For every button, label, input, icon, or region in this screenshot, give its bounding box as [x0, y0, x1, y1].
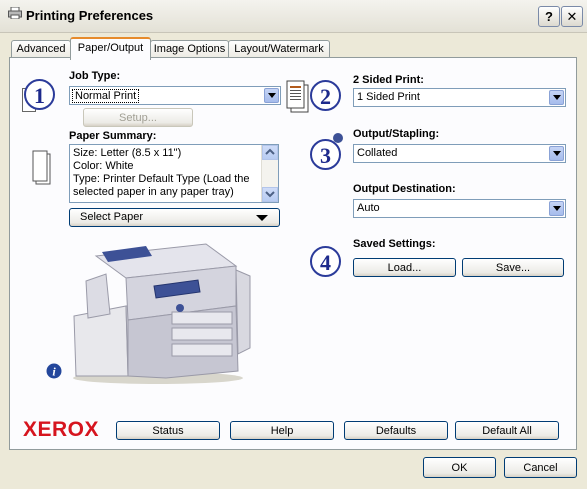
paper-summary-box[interactable]: Size: Letter (8.5 x 11") Color: White Ty… [69, 144, 279, 203]
select-paper-button[interactable]: Select Paper [69, 208, 280, 227]
load-button[interactable]: Load... [353, 258, 456, 277]
tab-paper-output[interactable]: Paper/Output [70, 37, 151, 60]
select-paper-label: Select Paper [80, 211, 143, 223]
two-sided-label: 2 Sided Print: [353, 74, 424, 86]
output-stapling-value: Collated [357, 147, 398, 159]
help-button[interactable]: Help [230, 421, 334, 440]
paper-size-line: Size: Letter (8.5 x 11") [73, 147, 182, 159]
setup-button[interactable]: Setup... [83, 108, 193, 127]
chevron-down-icon[interactable] [264, 88, 279, 103]
printer-icon [8, 7, 22, 19]
two-sided-select[interactable]: 1 Sided Print [353, 88, 566, 107]
ok-button[interactable]: OK [423, 457, 496, 478]
job-type-value: Normal Print [72, 89, 140, 103]
title-bar: Printing Preferences ? ✕ [0, 0, 587, 33]
defaults-button[interactable]: Defaults [344, 421, 448, 440]
output-destination-label: Output Destination: [353, 183, 456, 195]
output-destination-select[interactable]: Auto [353, 199, 566, 218]
chevron-down-icon[interactable] [549, 90, 564, 105]
tab-advanced[interactable]: Advanced [11, 40, 71, 58]
paper-summary-scrollbar[interactable] [261, 145, 278, 202]
tab-layout-watermark[interactable]: Layout/Watermark [228, 40, 330, 58]
chevron-down-icon[interactable] [549, 201, 564, 216]
job-type-select[interactable]: Normal Print [69, 86, 281, 105]
job-type-label: Job Type: [69, 70, 121, 82]
document-pages-icon [286, 80, 309, 113]
paper-summary-label: Paper Summary: [69, 130, 157, 142]
help-title-button[interactable]: ? [538, 6, 560, 27]
callout-1: 1 [24, 79, 55, 110]
two-sided-value: 1 Sided Print [357, 91, 420, 103]
callout-4: 4 [310, 246, 341, 277]
xerox-logo: XEROX [23, 418, 100, 441]
close-button[interactable]: ✕ [561, 6, 583, 27]
paper-type-line-2: selected paper in any paper tray) [73, 186, 234, 198]
output-destination-value: Auto [357, 202, 380, 214]
default-all-button[interactable]: Default All [455, 421, 559, 440]
window-title: Printing Preferences [26, 8, 154, 23]
paper-color-line: Color: White [73, 160, 134, 172]
xerox-printer-image [73, 243, 251, 384]
callout-2: 2 [310, 80, 341, 111]
scroll-down-icon[interactable] [262, 187, 278, 202]
cancel-button[interactable]: Cancel [504, 457, 577, 478]
status-button[interactable]: Status [116, 421, 220, 440]
tab-image-options[interactable]: Image Options [150, 40, 229, 58]
info-icon[interactable]: i [46, 363, 62, 379]
saved-settings-label: Saved Settings: [353, 238, 436, 250]
output-stapling-label: Output/Stapling: [353, 128, 440, 140]
callout-3: 3 [310, 139, 341, 170]
paper-type-line: Type: Printer Default Type (Load the [73, 173, 250, 185]
output-stapling-select[interactable]: Collated [353, 144, 566, 163]
chevron-down-icon [256, 215, 268, 221]
scroll-up-icon[interactable] [262, 145, 278, 160]
chevron-down-icon[interactable] [549, 146, 564, 161]
save-button[interactable]: Save... [462, 258, 564, 277]
paper-stack-icon [32, 150, 51, 185]
